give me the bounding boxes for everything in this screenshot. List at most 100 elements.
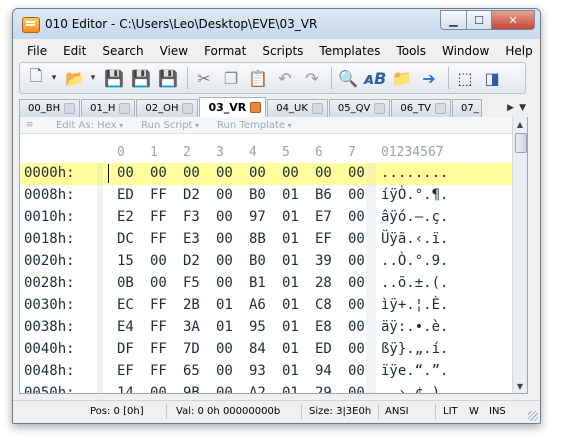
hex-byte[interactable]: 00: [348, 319, 365, 335]
hex-row[interactable]: 0020h: 15 00 D2 00 B0 01 39 00 ..Ò.°.9.: [20, 251, 513, 273]
new-file-dropdown-icon[interactable]: ▾: [48, 66, 60, 90]
hex-byte[interactable]: 00: [216, 363, 233, 379]
hex-byte[interactable]: 00: [348, 209, 365, 225]
tab-00-bh[interactable]: 00_BH: [19, 99, 81, 117]
hex-byte[interactable]: 01: [282, 231, 299, 247]
hex-byte[interactable]: A6: [249, 297, 266, 313]
hex-byte[interactable]: ED: [117, 187, 134, 203]
status-write-mode[interactable]: W: [469, 406, 479, 417]
hex-byte[interactable]: 8B: [249, 231, 266, 247]
close-tab-icon[interactable]: [250, 102, 262, 113]
hex-byte[interactable]: E2: [117, 209, 134, 225]
hex-byte[interactable]: 01: [216, 319, 233, 335]
hex-byte[interactable]: F5: [183, 275, 200, 291]
maximize-button[interactable]: ☐: [467, 10, 492, 30]
close-tab-icon[interactable]: [374, 103, 386, 114]
ascii-text[interactable]: íÿÒ.°.¶.: [381, 187, 448, 203]
hex-byte[interactable]: FF: [150, 363, 167, 379]
hex-byte[interactable]: 00: [216, 341, 233, 357]
find-in-files-icon[interactable]: 📁: [390, 66, 414, 90]
hex-byte[interactable]: 00: [150, 385, 167, 393]
menu-window[interactable]: Window: [434, 44, 497, 58]
hex-byte[interactable]: EF: [117, 363, 134, 379]
hex-byte[interactable]: 2B: [183, 297, 200, 313]
close-button[interactable]: ✕: [492, 10, 535, 30]
edit-as-dropdown[interactable]: Edit As: Hex: [56, 120, 123, 131]
hex-byte[interactable]: B0: [249, 253, 266, 269]
tab-05-qv[interactable]: 05_QV: [328, 99, 391, 117]
cut-icon[interactable]: ✂: [192, 66, 216, 90]
hex-row[interactable]: 0018h: DC FF E3 00 8B 01 EF 00 Üÿã.‹.ï.: [20, 229, 513, 251]
minimize-button[interactable]: ▁: [440, 10, 467, 30]
tab-03-vr[interactable]: 03_VR: [199, 97, 267, 117]
status-encoding[interactable]: ANSI: [385, 406, 409, 417]
close-tab-icon[interactable]: [64, 103, 76, 114]
select-icon[interactable]: ⬚: [453, 66, 477, 90]
hex-byte[interactable]: DC: [117, 231, 134, 247]
hex-byte[interactable]: 7D: [183, 341, 200, 357]
menu-search[interactable]: Search: [94, 44, 151, 58]
close-tab-icon[interactable]: [182, 103, 194, 114]
tab-02-oh[interactable]: 02_OH: [136, 99, 199, 117]
hex-byte[interactable]: 01: [282, 297, 299, 313]
hex-byte[interactable]: 01: [282, 187, 299, 203]
menu-format[interactable]: Format: [196, 44, 254, 58]
hex-byte[interactable]: 00: [216, 275, 233, 291]
hex-byte[interactable]: DF: [117, 341, 134, 357]
ascii-text[interactable]: ..›.¢.).: [381, 385, 448, 393]
scroll-down-icon[interactable]: ▼: [513, 379, 527, 393]
hex-byte[interactable]: 00: [348, 297, 365, 313]
close-tab-icon[interactable]: [119, 103, 131, 114]
hex-byte[interactable]: 00: [216, 187, 233, 203]
hex-byte[interactable]: FF: [150, 231, 167, 247]
hex-row[interactable]: 0050h: 14 00 9B 00 A2 01 29 00 ..›.¢.).: [20, 383, 513, 393]
hex-byte[interactable]: 00: [348, 187, 365, 203]
hex-byte[interactable]: 29: [315, 385, 332, 393]
run-script-dropdown[interactable]: Run Script: [141, 120, 199, 131]
close-tab-icon[interactable]: [311, 103, 323, 114]
hex-byte[interactable]: 00: [348, 385, 365, 393]
hex-byte[interactable]: FF: [150, 209, 167, 225]
paste-icon[interactable]: 📋: [246, 66, 270, 90]
replace-icon[interactable]: ᴀB: [363, 66, 387, 90]
menu-edit[interactable]: Edit: [55, 44, 94, 58]
ascii-text[interactable]: âÿó.—.ç.: [381, 209, 448, 225]
hex-byte[interactable]: 14: [117, 385, 134, 393]
hex-row[interactable]: 0038h: E4 FF 3A 01 95 01 E8 00 äÿ:.•.è.: [20, 317, 513, 339]
open-dropdown-icon[interactable]: ▾: [87, 66, 99, 90]
resize-grip-icon[interactable]: [528, 411, 538, 421]
hex-byte[interactable]: 01: [282, 275, 299, 291]
hex-byte[interactable]: 00: [348, 253, 365, 269]
hex-byte[interactable]: 00: [150, 253, 167, 269]
hex-row[interactable]: 0008h: ED FF D2 00 B0 01 B6 00 íÿÒ.°.¶.: [20, 185, 513, 207]
hex-byte[interactable]: 00: [348, 231, 365, 247]
hex-byte[interactable]: E4: [117, 319, 134, 335]
hex-byte[interactable]: EC: [117, 297, 134, 313]
redo-icon[interactable]: ↷: [300, 66, 324, 90]
save-as-icon[interactable]: 💾: [129, 66, 153, 90]
title-bar[interactable]: 010 Editor - C:\Users\Leo\Desktop\EVE\03…: [13, 9, 540, 39]
hex-byte[interactable]: 00: [117, 165, 134, 181]
hex-byte[interactable]: B6: [315, 187, 332, 203]
hex-byte[interactable]: 0B: [117, 275, 134, 291]
hex-byte[interactable]: C8: [315, 297, 332, 313]
vertical-scrollbar[interactable]: ▲ ▼: [512, 117, 527, 393]
hex-editor[interactable]: ≡ Edit As: Hex Run Script Run Template 0…: [19, 117, 528, 394]
hex-byte[interactable]: 97: [249, 209, 266, 225]
run-icon[interactable]: ◨: [480, 66, 504, 90]
hex-byte[interactable]: 39: [315, 253, 332, 269]
ascii-text[interactable]: ........: [381, 165, 448, 181]
hex-byte[interactable]: F3: [183, 209, 200, 225]
hex-byte[interactable]: 9B: [183, 385, 200, 393]
hex-byte[interactable]: 00: [216, 253, 233, 269]
ascii-text[interactable]: Üÿã.‹.ï.: [381, 231, 448, 247]
tab-07[interactable]: 07_: [452, 99, 482, 117]
hex-byte[interactable]: 95: [249, 319, 266, 335]
hex-row[interactable]: 0030h: EC FF 2B 01 A6 01 C8 00 ìÿ+.¦.È.: [20, 295, 513, 317]
hex-byte[interactable]: E8: [315, 319, 332, 335]
hex-row[interactable]: 0000h: 00 00 00 00 00 00 00 00........: [20, 163, 513, 185]
hex-byte[interactable]: 00: [348, 341, 365, 357]
hex-byte[interactable]: FF: [150, 341, 167, 357]
open-folder-icon[interactable]: 📂: [63, 66, 87, 90]
collapse-icon[interactable]: ≡: [26, 120, 38, 130]
